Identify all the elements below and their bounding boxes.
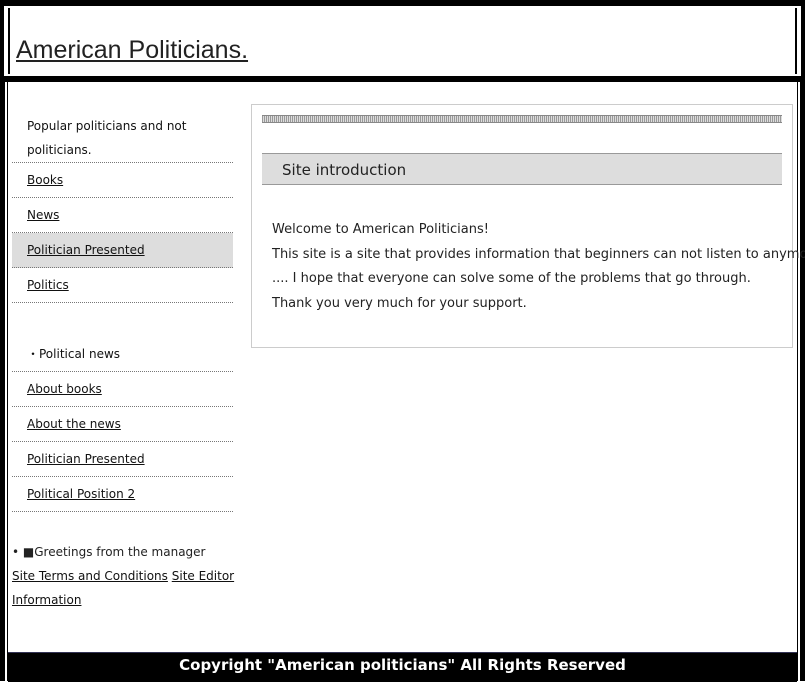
- sidebar-item-about-news[interactable]: About the news: [12, 407, 233, 442]
- site-terms-link[interactable]: Site Terms and Conditions: [12, 569, 168, 583]
- page: American Politicians. Popular politician…: [0, 0, 805, 682]
- main-content-box: Site introduction Welcome to American Po…: [251, 104, 805, 348]
- intro-paragraph: This site is a site that provides inform…: [272, 246, 805, 262]
- sidebar-link-about-news[interactable]: About the news: [27, 417, 121, 431]
- sidebar-intro: Popular politicians and not politicians.: [12, 106, 233, 163]
- sidebar-item-books[interactable]: Books: [12, 163, 233, 198]
- sidebar-item-political-position-2[interactable]: Political Position 2: [12, 477, 233, 512]
- sidebar-link-books[interactable]: Books: [27, 173, 63, 187]
- sidebar-item-politician-presented[interactable]: Politician Presented: [12, 233, 233, 268]
- site-header: American Politicians.: [0, 0, 805, 82]
- sidebar-item-politician-presented-2[interactable]: Politician Presented: [12, 442, 233, 477]
- footer-links: • ■Greetings from the manager Site Terms…: [12, 540, 237, 612]
- footer-link-row: Site Terms and Conditions Site Editor In…: [12, 564, 237, 612]
- sidebar-item-news[interactable]: News: [12, 198, 233, 233]
- copyright-bar: Copyright "American politicians" All Rig…: [8, 652, 797, 682]
- intro-paragraph: Thank you very much for your support.: [272, 295, 527, 311]
- sidebar-link-about-books[interactable]: About books: [27, 382, 102, 396]
- section-title: Site introduction: [262, 153, 782, 185]
- intro-paragraph: Welcome to American Politicians!: [272, 222, 489, 237]
- sidebar-link-news[interactable]: News: [27, 208, 59, 222]
- sidebar-link-politician-presented[interactable]: Politician Presented: [27, 243, 145, 257]
- site-title-link[interactable]: American Politicians.: [16, 36, 248, 65]
- intro-paragraph: .... I hope that everyone can solve some…: [272, 271, 751, 286]
- bullet-icon: •: [12, 545, 20, 559]
- greeting-text: ■Greetings from the manager: [22, 545, 206, 559]
- decorative-stripe: [262, 115, 782, 123]
- intro-text: Welcome to American Politicians! This si…: [272, 218, 805, 316]
- sidebar-news-heading: ・Political news: [12, 337, 233, 372]
- greeting-row: • ■Greetings from the manager: [12, 540, 237, 564]
- sidebar-item-about-books[interactable]: About books: [12, 372, 233, 407]
- sidebar-link-political-position-2[interactable]: Political Position 2: [27, 487, 135, 501]
- sidebar: Popular politicians and not politicians.…: [12, 106, 233, 512]
- sidebar-link-politics[interactable]: Politics: [27, 278, 69, 292]
- sidebar-item-politics[interactable]: Politics: [12, 268, 233, 303]
- sidebar-link-politician-presented-2[interactable]: Politician Presented: [27, 452, 145, 466]
